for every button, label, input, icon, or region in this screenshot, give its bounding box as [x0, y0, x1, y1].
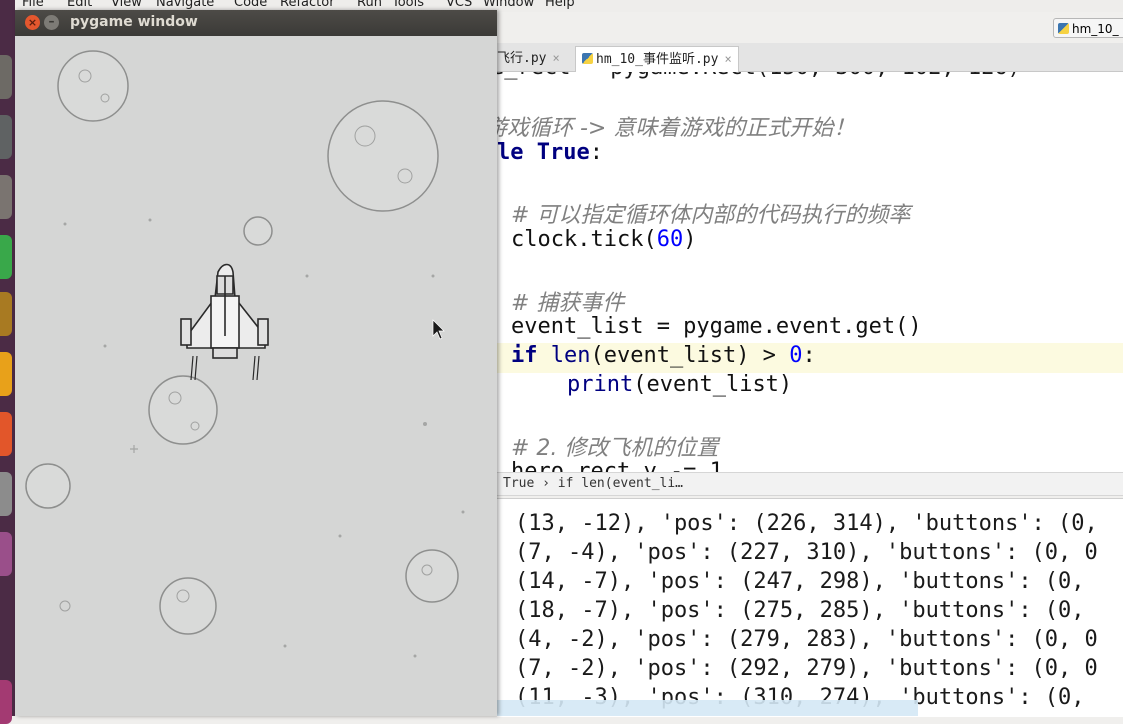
code-line: event_list = pygame.event.get() — [511, 314, 922, 339]
code-comment: # 2. 修改飞机的位置 — [511, 436, 719, 461]
pygame-window[interactable]: × – pygame window — [15, 10, 497, 716]
menu-refactor[interactable]: Refactor — [280, 0, 335, 10]
python-file-icon — [1058, 23, 1069, 34]
window-title: pygame window — [70, 14, 198, 30]
editor-tab-strip: 飞行.py × hm_10_事件监听.py × — [497, 43, 1123, 72]
minimize-button[interactable]: – — [44, 15, 59, 30]
app-icon[interactable] — [0, 680, 12, 724]
tab-label: hm_10_事件监听.py — [596, 52, 719, 67]
console-line: (18, -7), 'pos': (275, 285), 'buttons': … — [515, 598, 1085, 623]
editor-tab[interactable]: 飞行.py × — [497, 46, 560, 71]
menu-view[interactable]: View — [111, 0, 142, 10]
app-icon[interactable] — [0, 235, 12, 279]
code-comment: # 捕获事件 — [511, 291, 625, 316]
tab-close-icon[interactable]: × — [552, 51, 559, 65]
code-line: if len(event_list) > 0: — [511, 343, 816, 368]
menu-tools[interactable]: Tools — [392, 0, 424, 10]
app-icon[interactable] — [0, 472, 12, 516]
game-canvas[interactable] — [15, 36, 497, 716]
tab-label: 飞行.py — [497, 51, 547, 66]
code-line: e_rect = pygame.Rect(150, 300, 102, 126) — [497, 72, 1021, 80]
console-line: (14, -7), 'pos': (247, 298), 'buttons': … — [515, 569, 1085, 594]
menu-navigate[interactable]: Navigate — [156, 0, 214, 10]
code-line: print(event_list) — [567, 372, 793, 397]
tab-close-icon[interactable]: × — [724, 52, 731, 66]
menu-vcs[interactable]: VCS — [446, 0, 472, 10]
run-console[interactable]: (13, -12), 'pos': (226, 314), 'buttons':… — [497, 498, 1123, 717]
menu-help[interactable]: Help — [545, 0, 575, 10]
files-app-icon[interactable] — [0, 55, 12, 99]
code-comment: # 可以指定循环体内部的代码执行的频率 — [511, 203, 911, 228]
window-titlebar[interactable]: × – pygame window — [15, 10, 497, 36]
menu-file[interactable]: File — [22, 0, 44, 10]
code-editor[interactable]: e_rect = pygame.Rect(150, 300, 102, 126)… — [497, 72, 1123, 472]
run-config-selector[interactable]: hm_10_ — [1053, 18, 1123, 38]
menu-run[interactable]: Run — [357, 0, 382, 10]
app-icon[interactable] — [0, 292, 12, 336]
app-icon[interactable] — [0, 175, 12, 219]
console-line: (7, -4), 'pos': (227, 310), 'buttons': (… — [515, 540, 1098, 565]
app-launcher — [0, 0, 15, 724]
breadcrumb[interactable]: True › if len(event_li… — [497, 472, 1123, 496]
close-button[interactable]: × — [25, 15, 40, 30]
app-icon[interactable] — [0, 532, 12, 576]
app-icon[interactable] — [0, 352, 12, 396]
console-line: (4, -2), 'pos': (279, 283), 'buttons': (… — [515, 627, 1098, 652]
code-line: le True: — [497, 140, 603, 165]
terminal-app-icon[interactable] — [0, 115, 12, 159]
menu-window[interactable]: Window — [483, 0, 534, 10]
app-icon[interactable] — [0, 412, 12, 456]
menu-edit[interactable]: Edit — [67, 0, 92, 10]
code-line: clock.tick(60) — [511, 227, 697, 252]
menu-code[interactable]: Code — [234, 0, 267, 10]
console-line: (13, -12), 'pos': (226, 314), 'buttons':… — [515, 511, 1098, 536]
editor-tab-active[interactable]: hm_10_事件监听.py × — [575, 46, 739, 72]
python-file-icon — [582, 53, 593, 64]
console-line: (7, -2), 'pos': (292, 279), 'buttons': (… — [515, 656, 1098, 681]
code-line: hero_rect.y -= 1 — [511, 459, 723, 472]
code-comment: 游戏循环 -> 意味着游戏的正式开始！ — [497, 116, 856, 141]
